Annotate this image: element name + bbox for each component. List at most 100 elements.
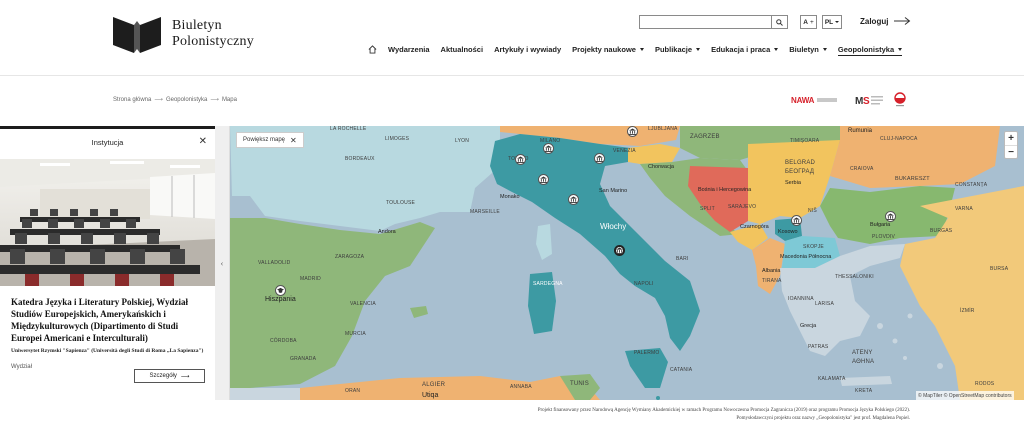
font-size-plus: + [809,18,814,26]
nav-label: Publikacje [654,44,693,54]
search-input[interactable] [639,15,772,29]
breadcrumb-home[interactable]: Strona główna [113,97,151,103]
login-link[interactable]: Zaloguj [860,16,911,26]
label-timisoara: TIMIȘOARA [790,138,820,144]
university-icon [629,128,636,135]
label-ioannina: IOANNINA [788,296,814,302]
chevron-down-icon [822,47,827,51]
language-label: PL [824,18,834,26]
collapse-panel-button[interactable]: ‹ [215,126,230,400]
label-kosowo: Kosowo [778,229,798,235]
label-bulgaria: Bułgaria [870,222,891,228]
university-icon [545,145,552,152]
zoom-out-button[interactable]: − [1005,145,1017,158]
institution-university: Uniwersytet Rzymski "Sapienza" (Universi… [11,348,204,354]
footer-funding-note: Projekt finansowany przez Narodową Agenc… [537,408,910,413]
university-icon [596,155,603,162]
language-select[interactable]: PL [822,15,842,29]
close-icon[interactable]: ✕ [199,136,207,147]
font-size-label: A [803,18,808,26]
breadcrumb: Strona główna ⟶ Geopolonistyka ⟶ Mapa [113,96,237,104]
nav-item-geopolonistyka[interactable]: Geopolonistyka [837,44,903,56]
label-annaba: ANNABA [510,384,532,390]
search-button[interactable] [772,15,788,29]
nawa-logo[interactable]: NAWA [791,96,814,105]
map-attribution[interactable]: © MapTiler © OpenStreetMap contributors [916,391,1014,400]
site-header: Biuletyn Polonistyczny A + PL Zaloguj Wy… [0,0,1024,76]
label-murcia: MURCIA [345,331,366,337]
label-napoli: NAPOLI [634,281,654,287]
arrow-right-icon [894,17,911,25]
home-icon[interactable] [368,44,377,54]
label-skopje: SKOPJE [803,244,824,250]
nav-item-wydarzenia[interactable]: Wydarzenia [388,45,430,54]
nav-label: Geopolonistyka [837,44,895,54]
label-macedonia: Macedonia Północna [780,254,832,260]
font-size-button[interactable]: A + [800,15,817,29]
polish-emblem-icon[interactable] [893,92,907,108]
label-constanta: CONSTANȚA [955,182,988,188]
label-hiszpania: Hiszpania [265,296,296,303]
label-chorwacja: Chorwacja [648,164,674,170]
arrow-right-icon: ⟶ [180,373,190,380]
label-thessaloniki: THESSALONIKI [835,274,874,280]
search-icon [776,18,783,26]
map-pin[interactable] [885,211,896,222]
map-pin[interactable] [538,174,549,185]
label-algier: ALGIER [422,382,446,388]
label-grecja: Grecja [800,323,817,329]
label-granada: GRANADA [290,356,317,362]
logo-text: Biuletyn Polonistyczny [172,18,254,50]
computer-lab-photo [0,159,215,286]
nav-label: Aktualności [440,44,484,54]
label-tunis: TUNIS [570,381,589,387]
label-bursa: BURSA [990,266,1009,272]
label-rodos: RODOS [975,381,995,387]
institution-type: Wydział [11,364,32,370]
map-pin[interactable] [515,154,526,165]
chevron-down-icon [696,47,701,51]
morocco-shape [230,388,300,400]
university-icon [887,213,894,220]
label-burgas: BURGAS [930,228,953,234]
map-pin[interactable] [791,215,802,226]
label-plovdiv: PLOVDIV [872,234,896,240]
label-toulouse: TOULOUSE [386,200,416,206]
arrow-right-icon: ⟶ [154,97,163,103]
map-pin-selected[interactable] [614,245,625,256]
label-ateny: ATENY [852,350,873,356]
map-pin[interactable] [275,285,286,296]
label-athina: ΑΘΗΝΑ [852,359,875,365]
map-pin[interactable] [627,126,638,137]
institution-photo [0,159,215,286]
chevron-down-icon [898,47,903,51]
nav-item-publikacje[interactable]: Publikacje [654,44,701,54]
institution-name: Katedra Języka i Literatury Polskiej, Wy… [11,297,188,343]
label-bari: BARI [676,256,689,262]
nav-item-aktualnosci[interactable]: Aktualności [441,45,484,54]
map-pin[interactable] [594,153,605,164]
institution-panel: Instytucja ✕ Katedra Języka i Literatury… [0,126,215,400]
map-pin[interactable] [568,194,579,205]
label-valladolid: VALLADOLID [258,260,291,266]
nav-item-biuletyn[interactable]: Biuletyn [789,45,827,54]
label-bordeaux: BORDEAUX [345,156,375,162]
chevron-left-icon: ‹ [220,258,224,268]
details-button[interactable]: Szczegóły ⟶ [134,369,205,383]
university-icon [616,247,623,254]
enlarge-map-button[interactable]: Powiększ mapę ✕ [236,132,304,148]
map-pin[interactable] [543,143,554,154]
ministry-logo-icon[interactable]: M S [855,93,885,107]
nav-item-edukacja[interactable]: Edukacja i praca [711,45,779,54]
nav-item-artykuly[interactable]: Artykuły i wywiady [494,45,561,54]
zoom-in-button[interactable]: + [1005,132,1017,145]
label-ljubljana: LJUBLJANA [648,126,678,132]
nav-item-projekty[interactable]: Projekty naukowe [572,45,644,54]
login-label: Zaloguj [860,16,889,26]
label-andora: Andora [378,229,396,235]
label-palermo: PALERMO [634,350,660,356]
site-logo[interactable]: Biuletyn Polonistyczny [113,15,254,53]
breadcrumb-geopolonistyka[interactable]: Geopolonistyka [166,97,207,103]
nav-label: Biuletyn [789,44,819,54]
label-rumunia: Rumunia [848,128,873,134]
